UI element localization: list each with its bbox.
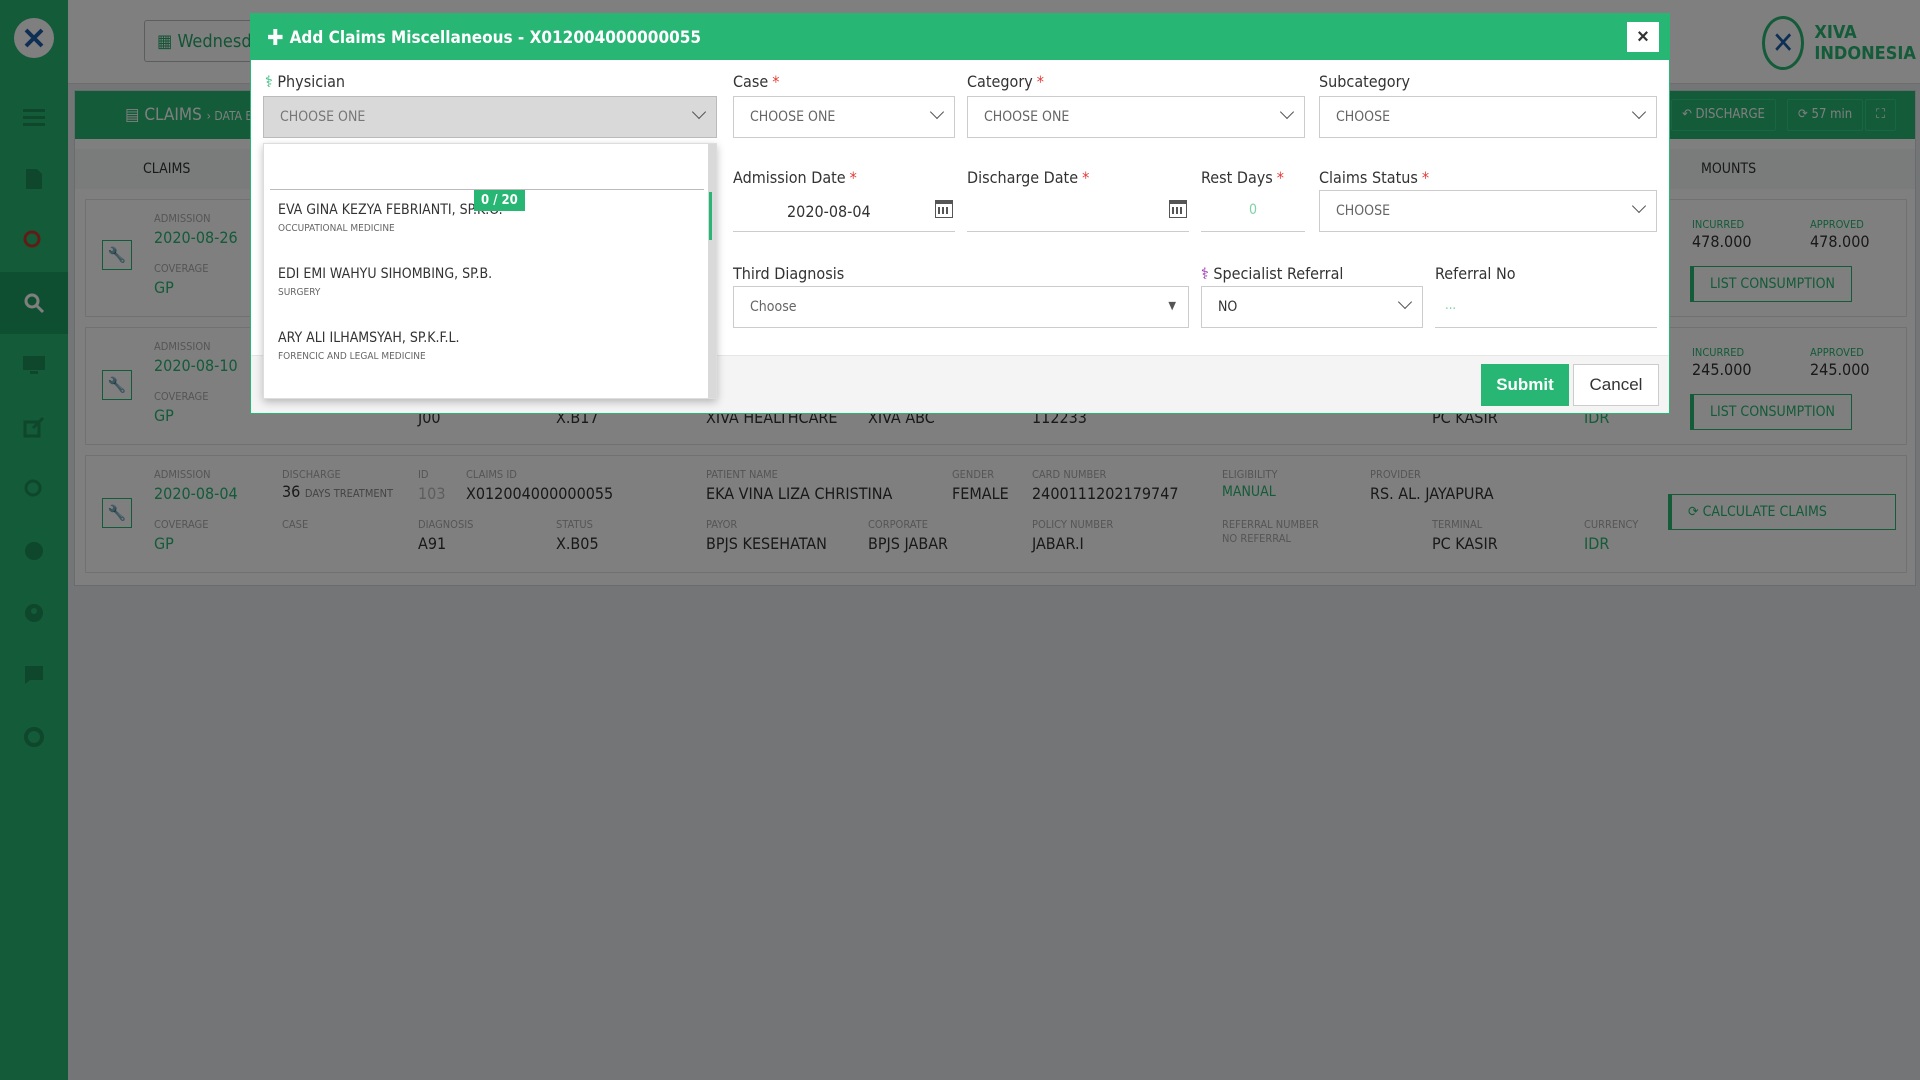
calendar-icon[interactable]: [935, 200, 953, 218]
doctor-icon: ⚕: [265, 72, 273, 91]
physician-option-name: EDI EMI WAHYU SIHOMBING, SP.B.: [278, 266, 493, 282]
caret-down-icon: ▼: [1168, 299, 1176, 312]
category-select[interactable]: CHOOSE ONE: [967, 96, 1305, 138]
chevron-down-icon: [929, 104, 945, 120]
required-mark: *: [1276, 168, 1284, 187]
case-label: Case *: [733, 72, 779, 91]
admission-date-input[interactable]: 2020-08-04: [733, 190, 955, 232]
discharge-date-input[interactable]: [967, 190, 1189, 232]
physician-option-specialty: FORENCIC AND LEGAL MEDICINE: [278, 351, 426, 362]
chevron-down-icon: [1279, 104, 1295, 120]
admission-date-label: Admission Date *: [733, 168, 857, 187]
required-mark: *: [1421, 168, 1430, 187]
dropdown-scroll-thumb[interactable]: [709, 192, 712, 240]
physician-select[interactable]: CHOOSE ONE: [263, 96, 717, 138]
discharge-date-label-text: Discharge Date: [967, 168, 1079, 187]
chevron-down-icon: [691, 104, 707, 120]
plus-icon: ✚: [267, 26, 284, 51]
third-diagnosis-label: Third Diagnosis: [733, 264, 844, 283]
referral-no-label-text: Referral No: [1435, 264, 1516, 283]
chevron-down-icon: [1631, 198, 1647, 214]
category-label: Category *: [967, 72, 1044, 91]
submit-button[interactable]: Submit: [1481, 364, 1569, 406]
physician-option[interactable]: EDI EMI WAHYU SIHOMBING, SP.B. SURGERY: [278, 266, 698, 298]
result-count-badge: 0 / 20: [474, 190, 525, 211]
physician-option-specialty: OCCUPATIONAL MEDICINE: [278, 223, 395, 234]
specialist-referral-label: ⚕ Specialist Referral: [1201, 264, 1343, 283]
modal-header: ✚ Add Claims Miscellaneous - X01200400000…: [251, 14, 1669, 60]
case-select-value: CHOOSE ONE: [750, 109, 836, 125]
case-label-text: Case: [733, 72, 769, 91]
required-mark: *: [1036, 72, 1044, 91]
category-label-text: Category: [967, 72, 1033, 91]
category-select-value: CHOOSE ONE: [984, 109, 1070, 125]
calendar-icon[interactable]: [1169, 200, 1187, 218]
specialist-referral-select[interactable]: NO: [1201, 286, 1423, 328]
subcategory-select[interactable]: CHOOSE: [1319, 96, 1657, 138]
specialist-referral-label-text: Specialist Referral: [1213, 264, 1344, 283]
referral-no-input[interactable]: ...: [1435, 286, 1657, 328]
subcategory-label-text: Subcategory: [1319, 72, 1411, 91]
physician-label-text: Physician: [277, 72, 346, 91]
physician-label: ⚕ Physician: [265, 72, 345, 91]
rest-days-label-text: Rest Days: [1201, 168, 1273, 187]
cancel-button[interactable]: Cancel: [1573, 364, 1659, 406]
chevron-down-icon: [1397, 294, 1413, 310]
specialist-referral-value: NO: [1218, 299, 1238, 315]
specialist-icon: ⚕: [1201, 264, 1209, 283]
claims-status-value: CHOOSE: [1336, 203, 1391, 219]
modal-title: Add Claims Miscellaneous - X012004000000…: [289, 28, 702, 48]
rest-days-label: Rest Days *: [1201, 168, 1284, 187]
third-diagnosis-value: Choose: [750, 299, 797, 315]
physician-option-specialty: SURGERY: [278, 287, 321, 298]
dropdown-scrollbar[interactable]: [708, 144, 716, 398]
physician-search-input[interactable]: [270, 150, 704, 190]
claims-status-label-text: Claims Status: [1319, 168, 1418, 187]
physician-dropdown: 0 / 20 EVA GINA KEZYA FEBRIANTI, SP.K.O.…: [263, 143, 717, 399]
close-button[interactable]: ×: [1627, 22, 1659, 52]
required-mark: *: [849, 168, 857, 187]
subcategory-label: Subcategory: [1319, 72, 1410, 91]
rest-days-input[interactable]: 0: [1201, 190, 1305, 232]
claims-status-label: Claims Status *: [1319, 168, 1429, 187]
case-select[interactable]: CHOOSE ONE: [733, 96, 955, 138]
physician-option[interactable]: ARY ALI ILHAMSYAH, SP.K.F.L. FORENCIC AN…: [278, 330, 698, 362]
required-mark: *: [772, 72, 780, 91]
referral-no-label: Referral No: [1435, 264, 1516, 283]
discharge-date-label: Discharge Date *: [967, 168, 1089, 187]
physician-option-name: ARY ALI ILHAMSYAH, SP.K.F.L.: [278, 330, 460, 346]
physician-select-value: CHOOSE ONE: [280, 109, 366, 125]
admission-date-value: 2020-08-04: [787, 202, 871, 221]
claims-status-select[interactable]: CHOOSE: [1319, 190, 1657, 232]
required-mark: *: [1082, 168, 1090, 187]
chevron-down-icon: [1631, 104, 1647, 120]
subcategory-select-value: CHOOSE: [1336, 109, 1391, 125]
third-diagnosis-select[interactable]: Choose ▼: [733, 286, 1189, 328]
third-diagnosis-label-text: Third Diagnosis: [733, 264, 845, 283]
admission-date-label-text: Admission Date: [733, 168, 846, 187]
